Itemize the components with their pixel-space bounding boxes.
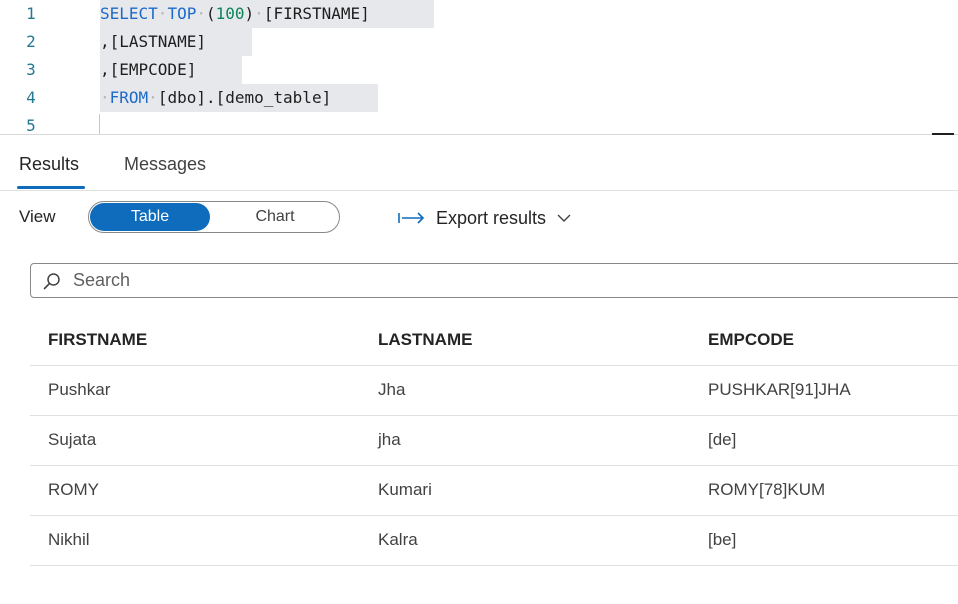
code-token: ) (244, 4, 255, 23)
table-row[interactable]: Pushkar Jha PUSHKAR[91]JHA (30, 366, 958, 416)
view-toggle: Table Chart (88, 201, 340, 233)
cell-firstname: Nikhil (48, 530, 90, 549)
export-results-label: Export results (436, 207, 547, 228)
whitespace-marker: · (148, 88, 158, 107)
code-token: ,[EMPCODE] (100, 60, 197, 79)
code-text: ,[EMPCODE] (100, 56, 196, 84)
cell-empcode: PUSHKAR[91]JHA (708, 380, 851, 399)
code-text: SELECT·TOP·(100)·[FIRSTNAME] (100, 0, 370, 28)
active-tab-indicator (17, 186, 85, 189)
cell-empcode: ROMY[78]KUM (708, 480, 826, 499)
tab-messages[interactable]: Messages (124, 153, 206, 175)
cell-empcode: [de] (708, 430, 737, 449)
code-token: ,[LASTNAME] (100, 32, 206, 51)
query-editor[interactable]: 1 SELECT·TOP·(100)·[FIRSTNAME] 2 ,[LASTN… (0, 0, 958, 135)
code-token: [dbo].[demo_table] (157, 88, 332, 107)
cell-lastname: jha (378, 430, 401, 449)
cell-firstname: Sujata (48, 430, 97, 449)
export-results-button[interactable]: Export results (398, 206, 572, 230)
code-token: TOP (167, 4, 197, 23)
cell-lastname: Kumari (378, 480, 432, 499)
view-label: View (19, 207, 56, 226)
whitespace-marker: · (196, 4, 206, 23)
code-token: 100 (215, 4, 245, 23)
export-arrow-icon (398, 212, 425, 224)
cell-firstname: Pushkar (48, 380, 111, 399)
line-number: 4 (26, 88, 36, 107)
editor-line-2[interactable]: 2 ,[LASTNAME] (0, 28, 958, 56)
line-number: 3 (26, 60, 36, 79)
line-number: 1 (26, 4, 36, 23)
code-token: ( (205, 4, 216, 23)
table-row[interactable]: Sujata jha [de] (30, 416, 958, 466)
column-header-empcode[interactable]: EMPCODE (708, 316, 794, 364)
result-tabs: Results Messages (0, 135, 958, 190)
cell-empcode: [be] (708, 530, 737, 549)
search-input[interactable] (73, 264, 673, 297)
search-box (30, 263, 958, 298)
tab-results[interactable]: Results (19, 153, 79, 175)
editor-line-3[interactable]: 3 ,[EMPCODE] (0, 56, 958, 84)
code-token: [FIRSTNAME] (263, 4, 370, 23)
code-text: ·FROM·[dbo].[demo_table] (100, 84, 331, 112)
code-text: ,[LASTNAME] (100, 28, 206, 56)
editor-line-4[interactable]: 4 ·FROM·[dbo].[demo_table] (0, 84, 958, 112)
text-cursor (99, 114, 100, 134)
line-number: 2 (26, 32, 36, 51)
table-header-row: FIRSTNAME LASTNAME EMPCODE (30, 316, 958, 366)
table-row[interactable]: ROMY Kumari ROMY[78]KUM (30, 466, 958, 516)
chevron-down-icon (557, 214, 571, 222)
whitespace-marker: · (254, 4, 264, 23)
table-row[interactable]: Nikhil Kalra [be] (30, 516, 958, 566)
results-table: FIRSTNAME LASTNAME EMPCODE Pushkar Jha P… (30, 316, 958, 566)
whitespace-marker: · (100, 88, 110, 107)
cell-lastname: Jha (378, 380, 406, 399)
search-icon (43, 273, 60, 290)
tabs-divider (0, 190, 958, 191)
table-view-button[interactable]: Table (90, 203, 210, 231)
editor-line-1[interactable]: 1 SELECT·TOP·(100)·[FIRSTNAME] (0, 0, 958, 28)
column-header-firstname[interactable]: FIRSTNAME (48, 316, 147, 364)
code-token: FROM (109, 88, 149, 107)
cell-lastname: Kalra (378, 530, 418, 549)
column-header-lastname[interactable]: LASTNAME (378, 316, 472, 364)
whitespace-marker: · (157, 4, 168, 23)
code-token: SELECT (100, 4, 158, 23)
chart-view-button[interactable]: Chart (213, 203, 337, 231)
cell-firstname: ROMY (48, 480, 99, 499)
